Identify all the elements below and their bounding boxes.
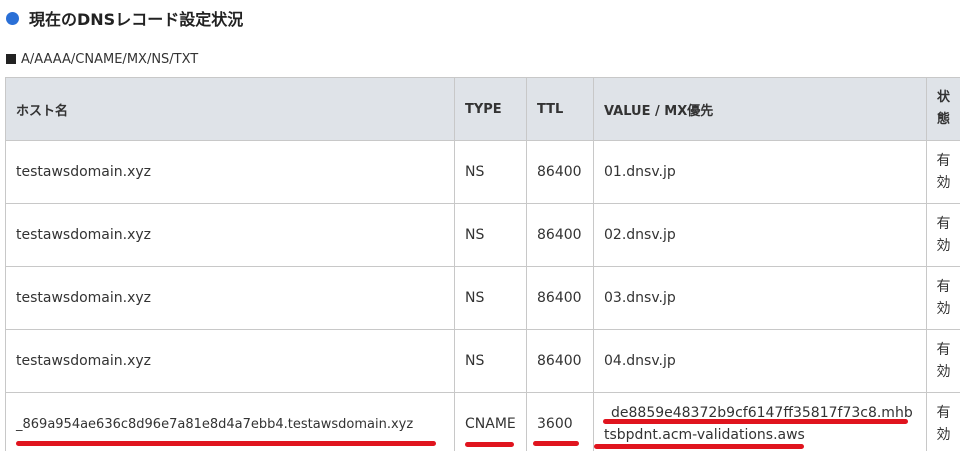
cell-type: NS — [454, 266, 527, 330]
table-row: testawsdomain.xyz NS 86400 02.dnsv.jp 有効 — [5, 203, 960, 267]
cell-ttl: 86400 — [526, 140, 594, 204]
cell-host: testawsdomain.xyz — [5, 329, 455, 393]
cell-value: 01.dnsv.jp — [593, 140, 927, 204]
table-header-row: ホスト名 TYPE TTL VALUE / MX優先 状態 — [5, 77, 960, 141]
annotation-underline-type — [465, 442, 514, 447]
table-row: testawsdomain.xyz NS 86400 01.dnsv.jp 有効 — [5, 140, 960, 204]
cell-type: NS — [454, 203, 527, 267]
column-header-ttl: TTL — [526, 77, 594, 141]
cell-ttl: 86400 — [526, 329, 594, 393]
cell-value: 02.dnsv.jp — [593, 203, 927, 267]
square-bullet-icon — [6, 54, 16, 64]
cell-host: testawsdomain.xyz — [5, 203, 455, 267]
cell-type: NS — [454, 140, 527, 204]
cell-state: 有効 — [926, 140, 960, 204]
bullet-dot-icon — [6, 11, 19, 25]
column-header-type: TYPE — [454, 77, 527, 141]
table-row: testawsdomain.xyz NS 86400 03.dnsv.jp 有効 — [5, 266, 960, 330]
annotation-underline-value-2 — [594, 444, 804, 449]
section-heading: 現在のDNSレコード設定状況 — [6, 6, 243, 30]
dns-settings-page: 現在のDNSレコード設定状況 A/AAAA/CNAME/MX/NS/TXT ホス… — [0, 0, 960, 451]
cell-host: testawsdomain.xyz — [5, 266, 455, 330]
record-types-heading: A/AAAA/CNAME/MX/NS/TXT — [6, 50, 198, 68]
cell-state: 有効 — [926, 392, 960, 451]
cell-value: 04.dnsv.jp — [593, 329, 927, 393]
cell-type: NS — [454, 329, 527, 393]
column-header-state: 状態 — [926, 77, 960, 141]
record-types-label: A/AAAA/CNAME/MX/NS/TXT — [21, 51, 199, 67]
section-title: 現在のDNSレコード設定状況 — [29, 10, 244, 29]
table-row: testawsdomain.xyz NS 86400 04.dnsv.jp 有効 — [5, 329, 960, 393]
annotation-underline-host — [16, 441, 436, 446]
cell-state: 有効 — [926, 203, 960, 267]
annotation-underline-value-1 — [603, 419, 908, 424]
cell-state: 有効 — [926, 266, 960, 330]
cell-state: 有効 — [926, 329, 960, 393]
column-header-value: VALUE / MX優先 — [593, 77, 927, 141]
annotation-underline-ttl — [533, 441, 579, 446]
cell-host: testawsdomain.xyz — [5, 140, 455, 204]
column-header-host: ホスト名 — [5, 77, 455, 141]
cell-ttl: 86400 — [526, 203, 594, 267]
cell-value: 03.dnsv.jp — [593, 266, 927, 330]
dns-records-table: ホスト名 TYPE TTL VALUE / MX優先 状態 testawsdom… — [5, 77, 960, 451]
cell-ttl: 86400 — [526, 266, 594, 330]
